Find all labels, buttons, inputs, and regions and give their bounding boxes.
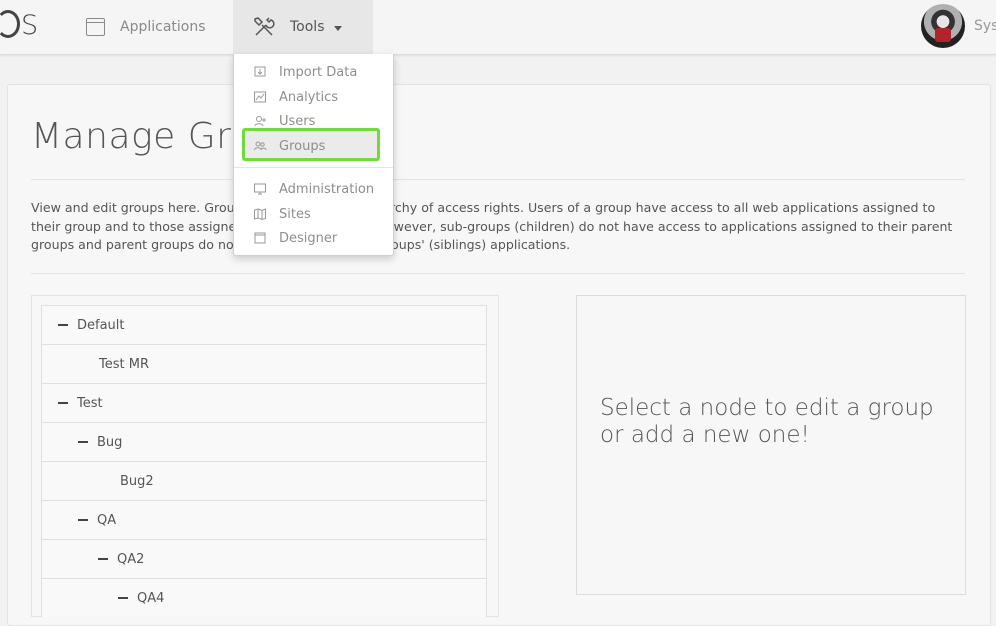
tree-node-label: QA2 [117,551,145,567]
collapse-icon[interactable] [58,402,68,404]
group-tree: Default Test MR Test Bug Bug2 QA QA2 QA4 [41,305,487,617]
square-icon [254,232,266,244]
menu-item-groups[interactable]: Groups [234,134,393,158]
tree-node-label: Default [77,317,125,333]
menu-item-label: Designer [279,230,338,246]
collapse-icon[interactable] [58,324,68,326]
collapse-icon[interactable] [98,558,108,560]
tree-node-bug[interactable]: Bug [41,422,487,461]
collapse-icon[interactable] [118,597,128,599]
menu-item-label: Import Data [279,64,358,80]
tools-icon [254,17,275,36]
user-avatar[interactable] [921,4,965,48]
divider [31,179,965,180]
logo-text: S [21,10,38,41]
nav-applications-label: Applications [120,19,206,35]
chart-icon [254,91,266,103]
tree-node-label: Bug2 [120,473,154,489]
users-icon [254,141,267,151]
import-icon [254,66,266,77]
nav-tools-label: Tools [290,19,325,35]
menu-item-label: Groups [279,138,326,154]
tree-node-bug2[interactable]: Bug2 [41,461,487,500]
nav-tools[interactable]: Tools [233,0,373,54]
editor-placeholder-message: Select a node to edit a group or add a n… [600,395,934,448]
tree-node-qa[interactable]: QA [41,500,487,539]
menu-item-designer[interactable]: Designer [234,226,393,250]
menu-item-label: Analytics [279,89,339,105]
tree-node-qa2[interactable]: QA2 [41,539,487,578]
tree-node-label: QA4 [137,590,165,606]
tree-node-label: Bug [97,434,123,450]
tools-dropdown-menu: Import Data Analytics Users Groups Admin… [233,54,394,256]
menu-divider [234,167,393,168]
collapse-icon[interactable] [78,441,88,443]
menu-item-label: Users [279,113,316,129]
collapse-icon[interactable] [78,519,88,521]
map-icon [254,208,266,221]
menu-item-label: Administration [279,181,375,197]
menu-item-sites[interactable]: Sites [234,202,393,226]
tree-node-label: Test [77,395,103,411]
nav-applications[interactable]: Applications [86,0,206,54]
tree-node-test-mr[interactable]: Test MR [41,344,487,383]
tree-node-label: Test MR [99,356,149,372]
menu-item-import-data[interactable]: Import Data [234,60,393,84]
caret-down-icon [333,25,342,31]
page-description: View and edit groups here. Groups are or… [31,200,953,252]
tree-node-qa4[interactable]: QA4 [41,578,487,617]
brand-logo[interactable]: S [0,10,42,41]
tree-node-default[interactable]: Default [41,305,487,344]
menu-item-analytics[interactable]: Analytics [234,85,393,109]
user-plus-icon [254,116,266,127]
menu-item-label: Sites [279,206,311,222]
user-name[interactable]: Sys [974,18,996,34]
menu-item-users[interactable]: Users [234,109,393,133]
monitor-icon [254,183,266,195]
divider [31,273,965,274]
tree-node-test[interactable]: Test [41,383,487,422]
menu-item-administration[interactable]: Administration [234,177,393,201]
tree-node-label: QA [97,512,117,528]
top-navbar: S Applications Tools Sys [0,0,996,55]
window-icon [86,18,105,36]
